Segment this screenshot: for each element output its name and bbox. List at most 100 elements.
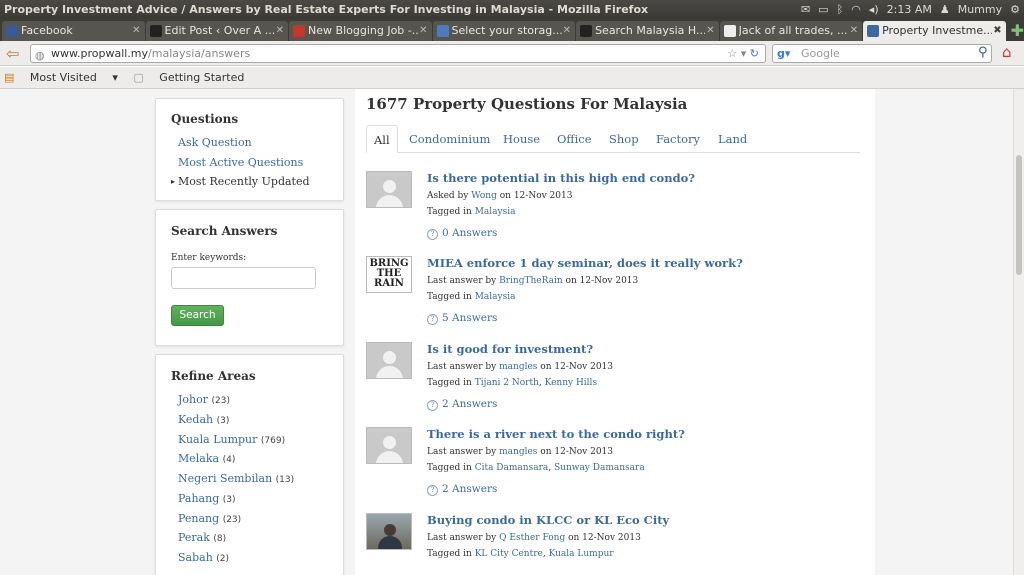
vertical-scrollbar[interactable] [1013,89,1024,575]
tag-link[interactable]: Sunway Damansara [554,463,645,473]
user-link[interactable]: BringTheRain [499,276,563,286]
area-item[interactable]: Kuala Lumpur (769) [178,433,285,446]
user-link[interactable]: Q Esther Fong [499,533,565,543]
user-link[interactable]: mangles [499,447,537,457]
tag-link[interactable]: Cita Damansara [475,463,549,473]
user-link[interactable]: mangles [499,362,537,372]
keywords-input[interactable] [171,267,316,289]
browser-tab-search-malaysia[interactable]: Search Malaysia H... ✕ [576,21,719,41]
tag-link[interactable]: Kuala Lumpur [549,549,614,559]
area-item[interactable]: Pahang (3) [178,492,235,505]
browser-tab-blogging-job[interactable]: New Blogging Job -... ✕ [289,21,432,41]
search-button[interactable]: Search [171,305,224,326]
mail-icon[interactable]: ✉ [801,0,810,19]
area-item[interactable]: Melaka (4) [178,452,235,465]
answers-link[interactable]: ? 0 Answers [427,227,497,240]
tab-condominium[interactable]: Condominium [409,125,490,153]
dropdown-icon[interactable]: ▾ [741,47,747,60]
close-icon[interactable]: ✕ [850,21,858,41]
answers-link[interactable]: ? 2 Answers [427,398,497,411]
area-link[interactable]: Kuala Lumpur [178,433,257,446]
tag-link[interactable]: Malaysia [475,292,516,302]
answers-link[interactable]: ? 2 Answers [427,483,497,496]
battery-icon[interactable]: ▭ [818,0,828,19]
tag-link[interactable]: Kenny Hills [545,378,597,388]
reload-icon[interactable]: ↻ [750,47,759,60]
bookmark-star-icon[interactable]: ☆ [727,47,737,60]
close-icon[interactable]: ✕ [706,21,714,41]
question-title-link[interactable]: There is a river next to the condo right… [427,427,685,441]
avatar[interactable] [366,427,412,464]
area-item[interactable]: Negeri Sembilan (13) [178,472,294,485]
category-tabs: All Condominium House Office Shop Factor… [366,125,860,153]
question-title-link[interactable]: Is there potential in this high end cond… [427,171,695,185]
area-link[interactable]: Pahang [178,492,219,505]
tab-office[interactable]: Office [557,125,592,153]
area-item[interactable]: Kedah (3) [178,413,229,426]
bookmark-most-visited[interactable]: ▤ Most Visited ▾ [4,71,118,84]
home-icon[interactable]: ⌂ [1002,43,1012,61]
keywords-label: Enter keywords: [171,253,247,263]
clock[interactable]: 2:13 AM [887,0,932,19]
bookmark-getting-started[interactable]: ▢ Getting Started [133,71,256,84]
tab-factory[interactable]: Factory [656,125,700,153]
search-icon[interactable]: ⚲ [978,45,988,60]
answers-link[interactable]: ? 5 Answers [427,312,497,325]
browser-tab-edit-post[interactable]: Edit Post ‹ Over A ... ✕ [145,21,289,41]
browser-tab-property-investment[interactable]: Property Investme... ✖ [863,21,1006,41]
close-icon[interactable]: ✖ [993,21,1001,41]
wifi-icon[interactable]: ◠ [851,0,861,19]
bluetooth-icon[interactable]: ᛒ [837,0,844,19]
browser-tab-facebook[interactable]: Facebook ✕ [2,21,145,41]
new-tab-icon[interactable]: ✚ [1011,21,1024,41]
question-title-link[interactable]: Buying condo in KLCC or KL Eco City [427,513,669,527]
user-icon[interactable]: ♟ [940,0,950,19]
area-link[interactable]: Perak [178,531,210,544]
most-active-questions-link[interactable]: Most Active Questions [178,156,303,169]
question-tags: Tagged in Cita Damansara, Sunway Damansa… [427,463,645,473]
ask-question-link[interactable]: Ask Question [178,136,252,149]
area-item[interactable]: Sabah (2) [178,551,229,564]
tag-link[interactable]: Tijani 2 North [475,378,539,388]
close-icon[interactable]: ✕ [276,21,284,41]
tab-all[interactable]: All [366,125,398,153]
area-link[interactable]: Sabah [178,551,213,564]
avatar[interactable] [366,171,412,208]
avatar[interactable] [366,342,412,379]
close-icon[interactable]: ✕ [419,21,427,41]
search-input[interactable]: g▾ Google [772,44,992,63]
area-link[interactable]: Melaka [178,452,219,465]
user-link[interactable]: Wong [471,191,497,201]
question-title-link[interactable]: Is it good for investment? [427,342,593,356]
browser-tab-jack-of-all-trades[interactable]: Jack of all trades, ... ✕ [719,21,863,41]
area-link[interactable]: Penang [178,512,219,525]
area-item[interactable]: Perak (8) [178,531,226,544]
gear-icon[interactable]: ⚙ [1010,0,1020,19]
area-link[interactable]: Johor [178,393,208,406]
area-item[interactable]: Penang (23) [178,512,241,525]
scrollbar-thumb[interactable] [1016,155,1022,275]
tab-land[interactable]: Land [718,125,747,153]
most-recently-updated-link[interactable]: Most Recently Updated [178,175,310,188]
question-title-link[interactable]: MIEA enforce 1 day seminar, does it real… [427,256,743,270]
volume-icon[interactable]: ◂) [869,0,879,19]
tab-shop[interactable]: Shop [609,125,639,153]
avatar[interactable]: BRING THE RAIN [366,256,412,293]
page-title: 1677 Property Questions For Malaysia [366,95,688,113]
tab-house[interactable]: House [503,125,540,153]
avatar[interactable] [366,513,412,550]
browser-tab-storage[interactable]: Select your storag... ✕ [432,21,576,41]
question-author: Last answer by BringTheRain on 12-Nov 20… [427,276,639,286]
questions-box: Questions Ask Question Most Active Quest… [155,98,344,201]
back-arrow-icon[interactable]: ⇦ [6,44,19,63]
area-link[interactable]: Negeri Sembilan [178,472,272,485]
close-icon[interactable]: ✕ [132,21,140,41]
refine-areas-title: Refine Areas [171,369,256,383]
close-icon[interactable]: ✕ [563,21,571,41]
area-item[interactable]: Johor (23) [178,393,230,406]
area-link[interactable]: Kedah [178,413,213,426]
user-name[interactable]: Mummy [958,0,1002,19]
url-bar[interactable]: ◍ www.propwall.my/malaysia/answers ☆ ▾ ↻ [30,44,766,63]
tag-link[interactable]: KL City Centre [475,549,543,559]
tag-link[interactable]: Malaysia [475,207,516,217]
